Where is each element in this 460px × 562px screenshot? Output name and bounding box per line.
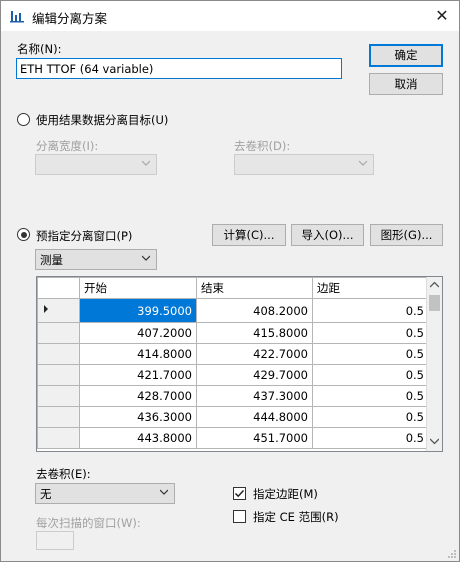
cell-end[interactable]: 408.2000 (196, 298, 313, 323)
grid-table: 开始 结束 边距 399.5000 408.2000 0.5 407.2000 … (37, 277, 429, 449)
chevron-down-icon (142, 255, 150, 261)
row-header[interactable] (37, 322, 80, 344)
calculate-button[interactable]: 计算(C)... (212, 224, 286, 246)
specify-margin-checkbox[interactable] (233, 487, 246, 500)
cell-margin[interactable]: 0.5 (312, 343, 429, 365)
graph-button[interactable]: 图形(G)... (370, 224, 443, 246)
window-title: 编辑分离方案 (32, 11, 108, 26)
chevron-down-icon (160, 489, 168, 495)
cell-start[interactable]: 443.8000 (79, 427, 197, 449)
cell-end[interactable]: 451.7000 (196, 427, 313, 449)
column-header-start[interactable]: 开始 (79, 277, 197, 299)
scrollbar-thumb[interactable] (429, 295, 440, 311)
cell-margin[interactable]: 0.5 (312, 427, 429, 449)
name-label: 名称(N): (17, 42, 62, 56)
column-header-margin[interactable]: 边距 (312, 277, 429, 299)
edit-isolation-dialog: 编辑分离方案 ✕ 名称(N): ETH TTOF (64 variable) 确… (0, 0, 460, 562)
cell-margin[interactable]: 0.5 (312, 322, 429, 344)
scroll-down-arrow-icon[interactable] (430, 437, 439, 445)
table-row[interactable]: 443.8000 451.7000 0.5 (37, 427, 429, 449)
resize-grip-icon[interactable] (447, 549, 457, 559)
row-header[interactable] (37, 364, 80, 386)
table-row[interactable]: 399.5000 408.2000 0.5 (37, 298, 429, 323)
cell-start[interactable]: 428.7000 (79, 385, 197, 407)
cell-start[interactable]: 399.5000 (79, 298, 197, 323)
title-bar: 编辑分离方案 ✕ (1, 1, 459, 31)
specify-ce-range-checkbox[interactable] (233, 510, 246, 523)
chevron-down-icon (142, 160, 150, 166)
import-button[interactable]: 导入(O)... (291, 224, 364, 246)
app-icon (10, 11, 24, 23)
isolation-width-dropdown[interactable] (35, 154, 157, 175)
use-result-targets-label: 使用结果数据分离目标(U) (36, 113, 169, 127)
isolation-window-grid[interactable]: 开始 结束 边距 399.5000 408.2000 0.5 407.2000 … (36, 276, 443, 452)
radio-selected-dot (20, 231, 27, 238)
cell-margin[interactable]: 0.5 (312, 406, 429, 428)
row-header-current[interactable] (37, 298, 80, 323)
deconvolution-e-label: 去卷积(E): (36, 467, 91, 481)
use-result-targets-radio[interactable] (17, 113, 30, 126)
close-icon[interactable]: ✕ (433, 7, 451, 25)
cancel-button[interactable]: 取消 (369, 73, 443, 95)
cell-margin[interactable]: 0.5 (312, 385, 429, 407)
predefined-window-radio[interactable] (17, 228, 30, 241)
cell-start[interactable]: 414.8000 (79, 343, 197, 365)
cell-end[interactable]: 415.8000 (196, 322, 313, 344)
table-row[interactable]: 407.2000 415.8000 0.5 (37, 322, 429, 344)
window-per-scan-label: 每次扫描的窗口(W): (36, 516, 141, 530)
row-header[interactable] (37, 406, 80, 428)
specify-ce-range-label: 指定 CE 范围(R) (253, 510, 339, 524)
mode-dropdown[interactable]: 测量 (35, 249, 157, 270)
grid-vertical-scrollbar[interactable] (426, 277, 442, 451)
deconvolution-e-dropdown[interactable]: 无 (35, 483, 175, 504)
cell-start[interactable]: 421.7000 (79, 364, 197, 386)
table-row[interactable]: 436.3000 444.8000 0.5 (37, 406, 429, 428)
isolation-width-label: 分离宽度(I): (36, 139, 99, 153)
table-row[interactable]: 428.7000 437.3000 0.5 (37, 385, 429, 407)
grid-corner-cell (37, 277, 80, 299)
cell-end[interactable]: 437.3000 (196, 385, 313, 407)
grid-header-row: 开始 结束 边距 (37, 277, 429, 299)
name-input[interactable]: ETH TTOF (64 variable) (16, 58, 342, 79)
specify-margin-label: 指定边距(M) (253, 487, 318, 501)
cell-margin[interactable]: 0.5 (312, 298, 429, 323)
scroll-up-arrow-icon[interactable] (430, 281, 439, 289)
row-header[interactable] (37, 343, 80, 365)
table-row[interactable]: 414.8000 422.7000 0.5 (37, 343, 429, 365)
deconvolution-e-value: 无 (40, 487, 52, 501)
row-header[interactable] (37, 385, 80, 407)
deconvolution-d-label: 去卷积(D): (234, 139, 291, 153)
cell-end[interactable]: 444.8000 (196, 406, 313, 428)
current-row-arrow-icon (44, 305, 48, 313)
window-per-scan-input[interactable] (36, 531, 74, 550)
cell-margin[interactable]: 0.5 (312, 364, 429, 386)
ok-button[interactable]: 确定 (369, 44, 443, 67)
checkmark-icon (234, 489, 245, 498)
predefined-window-label: 预指定分离窗口(P) (36, 229, 133, 243)
mode-dropdown-value: 测量 (40, 253, 63, 267)
cell-start[interactable]: 436.3000 (79, 406, 197, 428)
cell-end[interactable]: 422.7000 (196, 343, 313, 365)
table-row[interactable]: 421.7000 429.7000 0.5 (37, 364, 429, 386)
cell-start[interactable]: 407.2000 (79, 322, 197, 344)
column-header-end[interactable]: 结束 (196, 277, 313, 299)
deconvolution-d-dropdown[interactable] (234, 154, 374, 175)
row-header[interactable] (37, 427, 80, 449)
chevron-down-icon (359, 160, 367, 166)
cell-end[interactable]: 429.7000 (196, 364, 313, 386)
